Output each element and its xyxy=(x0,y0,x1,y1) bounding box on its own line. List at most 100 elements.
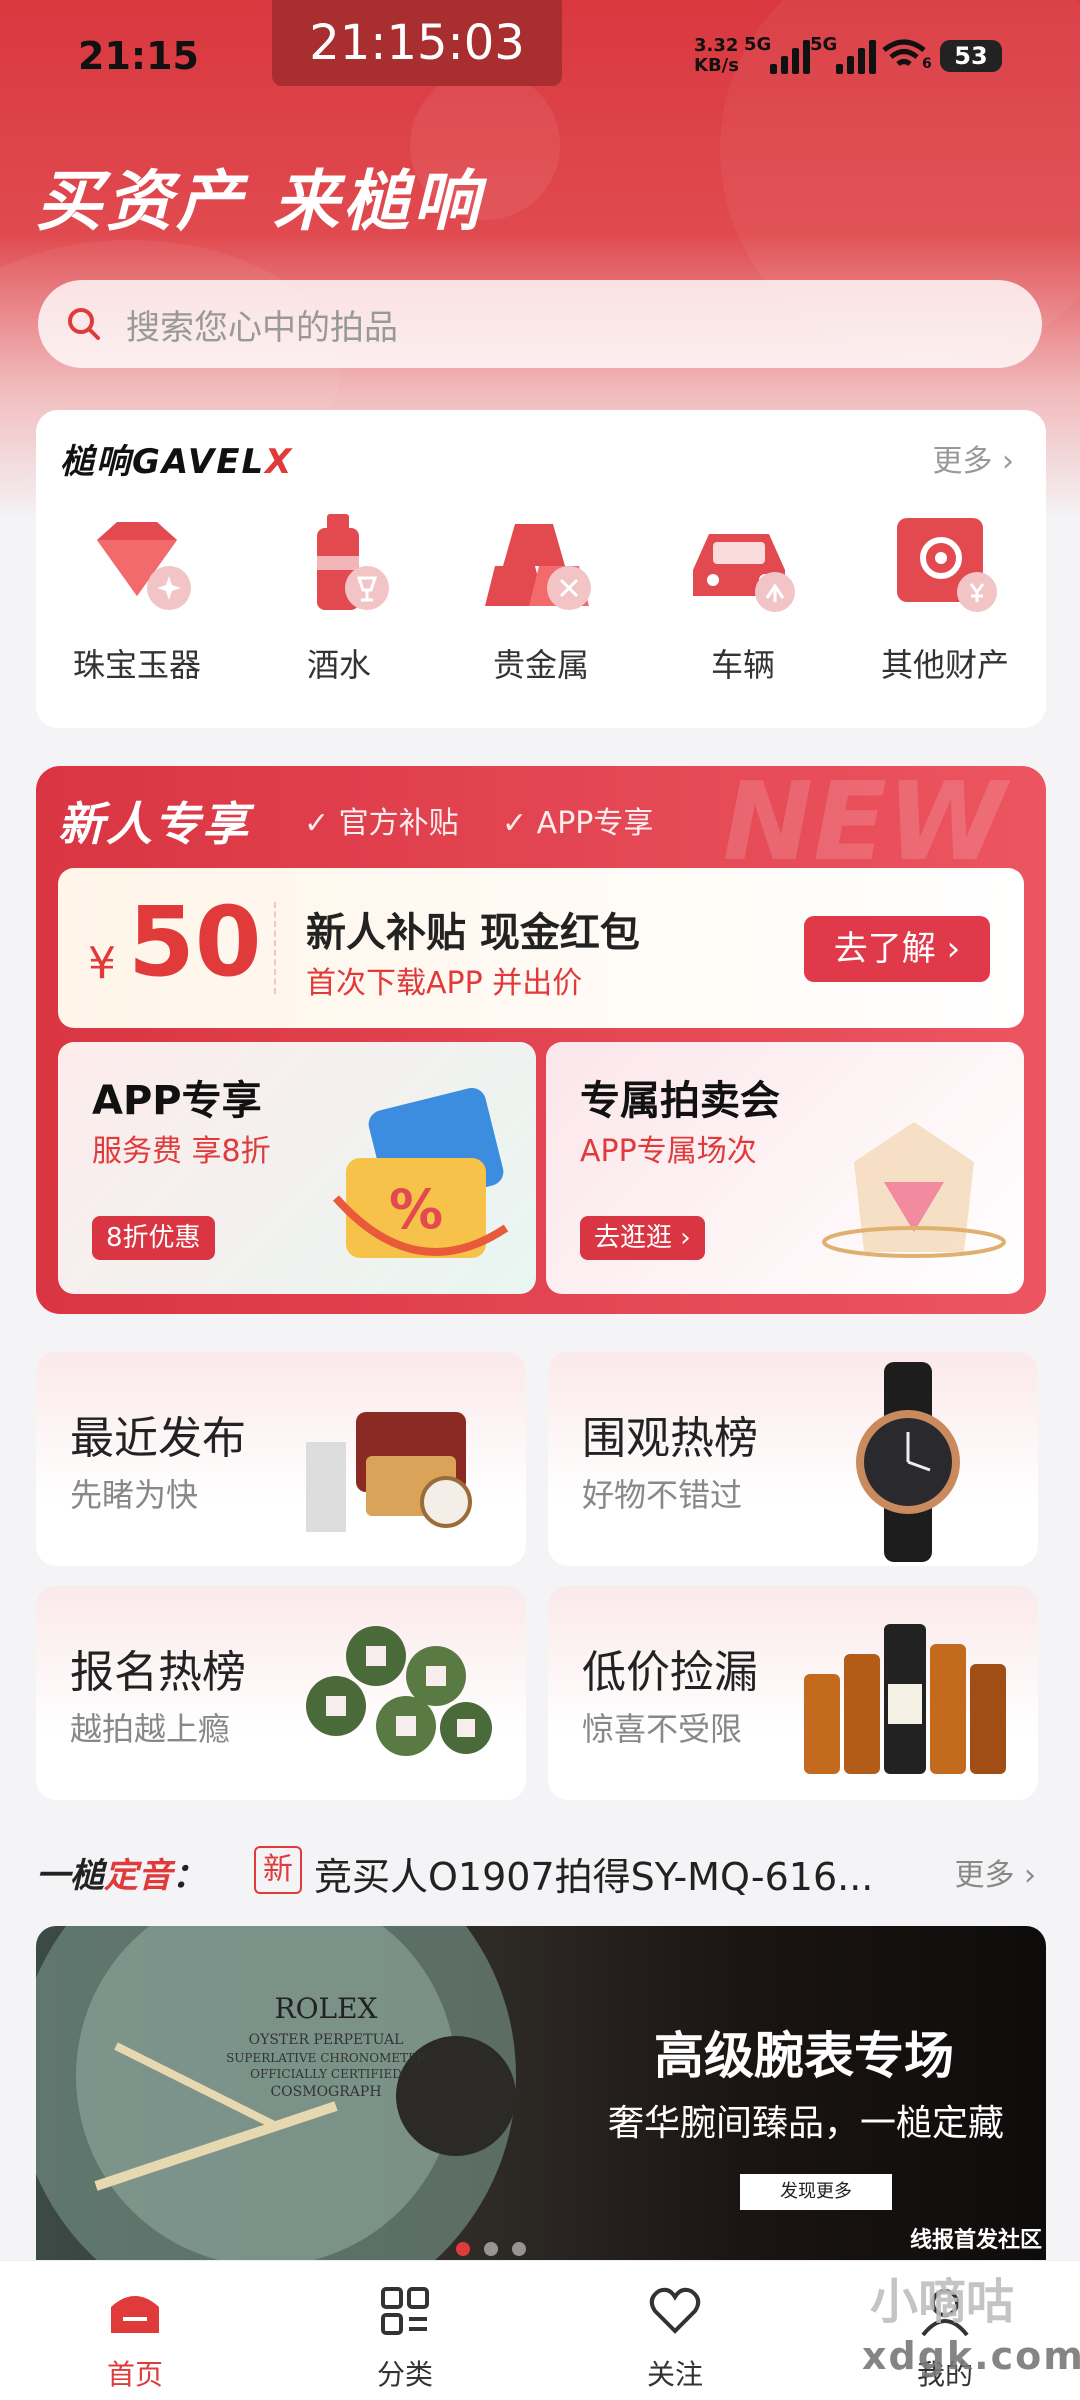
promo-subtitle: 服务费 享8折 xyxy=(92,1134,271,1169)
tile-hot-views[interactable]: 围观热榜 好物不错过 xyxy=(548,1352,1038,1566)
discount-button[interactable]: 8折优惠 xyxy=(92,1216,215,1260)
battery-indicator: 53 xyxy=(940,40,1002,72)
luxury-goods-icon xyxy=(306,1412,472,1532)
wifi-icon xyxy=(882,39,926,67)
category-label: 贵金属 xyxy=(492,646,589,684)
category-label: 车辆 xyxy=(710,646,775,684)
tile-heading: 围观热榜 xyxy=(582,1413,758,1464)
category-item-vehicles[interactable]: 车辆 xyxy=(642,510,844,686)
tab-category[interactable]: 分类 xyxy=(270,2261,540,2400)
tile-heading: 低价捡漏 xyxy=(582,1647,758,1698)
search-icon xyxy=(68,308,100,340)
category-label: 其他财产 xyxy=(880,646,1009,684)
discount-ticket-icon: % xyxy=(333,1088,509,1258)
gift-box-icon xyxy=(822,1122,1006,1258)
category-card: 槌响GAVELX 更多 › 珠宝玉器 酒水 贵金属 车辆 其他财产 xyxy=(36,410,1046,728)
clock-overlay: 21:15:03 xyxy=(272,0,562,86)
new-user-title: 新人专享 xyxy=(58,797,250,851)
learn-more-button[interactable]: 去了解 › xyxy=(804,916,990,982)
watch-banner[interactable]: ROLEX OYSTER PERPETUAL SUPERLATIVE CHRON… xyxy=(36,1926,1046,2260)
search-bar[interactable]: 搜索您心中的拍品 xyxy=(38,280,1042,368)
new-user-section: NEW 新人专享 ✓ 官方补贴 ✓ APP专享 ¥ 50 新人补贴 现金红包 首… xyxy=(36,766,1046,1314)
tile-signup-hot[interactable]: 报名热榜 越拍越上瘾 xyxy=(36,1586,526,1800)
tile-recent[interactable]: 最近发布 先睹为快 xyxy=(36,1352,526,1566)
coupon-subtitle: 首次下载APP 并出价 xyxy=(306,966,583,1001)
tile-subtitle: 惊喜不受限 xyxy=(582,1710,743,1748)
browse-button[interactable]: 去逛逛 › xyxy=(580,1216,705,1260)
category-item-other-property[interactable]: 其他财产 xyxy=(844,510,1046,686)
watch-icon xyxy=(856,1362,960,1562)
property-icon xyxy=(897,518,997,612)
tab-home[interactable]: 首页 xyxy=(0,2261,270,2400)
coupon-card[interactable]: ¥ 50 新人补贴 现金红包 首次下载APP 并出价 去了解 › xyxy=(58,868,1024,1028)
sim1-label: 5G xyxy=(744,34,772,55)
tile-heading: 最近发布 xyxy=(70,1413,246,1464)
watch-dial-image: ROLEX OYSTER PERPETUAL SUPERLATIVE CHRON… xyxy=(36,1926,516,2260)
dial-brand-text: ROLEX xyxy=(274,1992,377,2025)
tag-app-exclusive: ✓ APP专享 xyxy=(502,806,654,841)
coins-icon xyxy=(306,1626,492,1756)
coupon-heading: 新人补贴 现金红包 xyxy=(306,910,640,956)
tile-heading: 报名热榜 xyxy=(70,1647,246,1698)
category-item-jewelry[interactable]: 珠宝玉器 xyxy=(36,510,238,686)
status-bar: 21:15 21:15:03 3.32 KB/s 5G 5G 6 53 xyxy=(0,0,1080,100)
dial-line-text: OFFICIALLY CERTIFIED xyxy=(250,2067,402,2081)
sim2-label: 5G xyxy=(810,34,838,55)
coupon-amount: 50 xyxy=(128,886,262,998)
category-item-liquor[interactable]: 酒水 xyxy=(238,510,440,686)
site-watermark: 小嘀咕 xyxy=(870,2274,1015,2330)
tab-follow[interactable]: 关注 xyxy=(540,2261,810,2400)
tab-label: 分类 xyxy=(376,2358,433,2391)
net-speed-value: 3.32 xyxy=(694,35,739,56)
banner-subtitle: 奢华腕间臻品，一槌定藏 xyxy=(608,2103,1005,2144)
gold-bar-icon xyxy=(485,524,591,610)
site-watermark-url: xdgk.com xyxy=(862,2334,1080,2378)
brand-logo: 槌响GAVELX xyxy=(60,442,294,482)
coupon-currency: ¥ xyxy=(88,938,116,989)
status-time: 21:15 xyxy=(78,34,199,78)
diamond-icon xyxy=(97,522,191,610)
tab-label: 关注 xyxy=(646,2358,703,2391)
home-icon xyxy=(111,2296,159,2333)
wifi-label: 6 xyxy=(922,56,932,72)
promo-app-exclusive[interactable]: APP专享 服务费 享8折 8折优惠 % xyxy=(58,1042,536,1294)
signal-bars-icon xyxy=(770,38,810,74)
tile-subtitle: 越拍越上瘾 xyxy=(70,1710,231,1748)
search-placeholder: 搜索您心中的拍品 xyxy=(126,308,398,348)
tile-subtitle: 好物不错过 xyxy=(582,1476,743,1514)
promo-subtitle: APP专属场次 xyxy=(580,1134,757,1169)
category-label: 酒水 xyxy=(306,646,371,684)
ticker-more-link[interactable]: 更多 › xyxy=(954,1850,1036,1894)
grid-icon xyxy=(381,2287,429,2335)
dial-line-text: OYSTER PERPETUAL xyxy=(249,2032,404,2048)
banner-heading: 高级腕表专场 xyxy=(654,2027,954,2085)
tab-label: 首页 xyxy=(106,2358,163,2391)
promo-exclusive-auction[interactable]: 专属拍卖会 APP专属场次 去逛逛 › xyxy=(546,1042,1024,1294)
tag-official-subsidy: ✓ 官方补贴 xyxy=(304,806,459,841)
category-label: 珠宝玉器 xyxy=(72,646,201,684)
net-speed-unit: KB/s xyxy=(694,55,739,76)
carousel-dots xyxy=(456,2242,526,2256)
signal-bars-icon xyxy=(836,38,876,74)
dial-line-text: COSMOGRAPH xyxy=(270,2084,381,2100)
slogan: 买资产 来槌响 xyxy=(36,163,483,240)
promo-heading: 专属拍卖会 xyxy=(580,1078,780,1124)
ticker-lead: 一槌定音： xyxy=(36,1856,206,1896)
category-more-link[interactable]: 更多 › xyxy=(932,436,1014,480)
car-icon xyxy=(693,534,795,612)
category-item-metals[interactable]: 贵金属 xyxy=(440,510,642,686)
net-speed: 3.32 KB/s xyxy=(694,36,739,76)
svg-text:%: % xyxy=(389,1178,443,1241)
discover-more-button[interactable]: 发现更多 xyxy=(740,2174,892,2210)
whiskey-bottles-icon xyxy=(804,1624,1006,1774)
banner-watermark: 线报首发社区 xyxy=(909,2228,1042,2253)
dial-line-text: SUPERLATIVE CHRONOMETER xyxy=(226,2051,427,2065)
bottle-icon xyxy=(317,514,389,610)
promo-heading: APP专享 xyxy=(92,1078,262,1124)
tile-subtitle: 先睹为快 xyxy=(70,1476,199,1514)
tile-bargains[interactable]: 低价捡漏 惊喜不受限 xyxy=(548,1586,1038,1800)
heart-icon xyxy=(649,2287,701,2334)
new-badge: 新 xyxy=(254,1846,302,1894)
ticker-text: 竞买人O1907拍得SY-MQ-616... xyxy=(314,1855,874,1899)
deal-ticker[interactable]: 一槌定音： 新 竞买人O1907拍得SY-MQ-616... 更多 › xyxy=(36,1840,1046,1900)
